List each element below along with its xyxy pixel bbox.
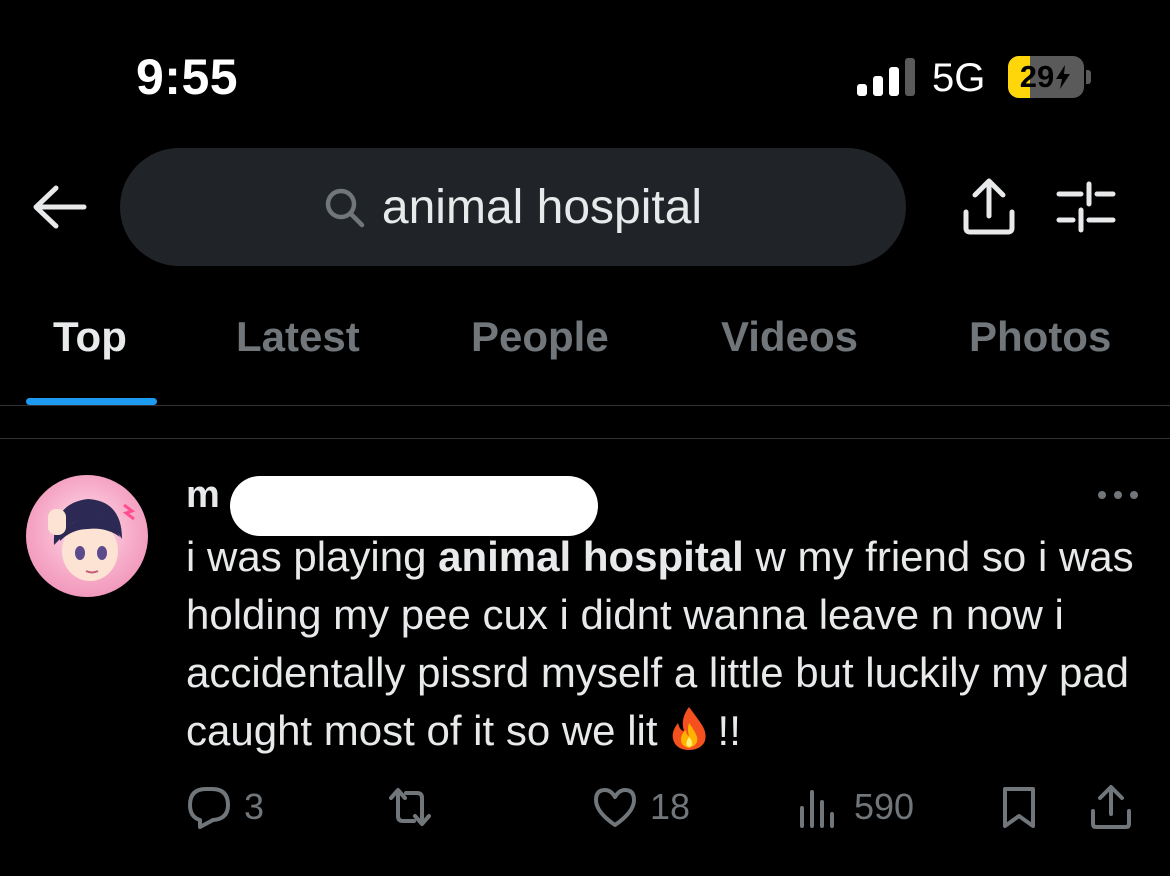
- section-divider: [0, 438, 1170, 439]
- bookmark-button[interactable]: [996, 782, 1042, 832]
- like-count: 18: [650, 786, 691, 827]
- like-icon: [594, 788, 636, 827]
- more-icon-dot: [1114, 491, 1122, 499]
- battery-icon: 29: [1008, 56, 1084, 98]
- avatar[interactable]: [26, 475, 148, 597]
- tab-photos[interactable]: Photos: [969, 313, 1111, 361]
- views-button[interactable]: 590: [796, 782, 914, 832]
- tweet-text-end: !!: [717, 707, 741, 754]
- reply-count: 3: [244, 786, 265, 827]
- repost-button[interactable]: [384, 782, 436, 832]
- fire-emoji-icon: [672, 707, 706, 750]
- share-icon: [1091, 785, 1131, 829]
- share-icon: [963, 178, 1015, 235]
- search-query[interactable]: animal hospital: [382, 180, 702, 235]
- search-icon: [325, 188, 365, 228]
- more-icon: [1098, 491, 1106, 499]
- tab-latest[interactable]: Latest: [236, 313, 360, 361]
- more-icon-dot: [1130, 491, 1138, 499]
- search-field[interactable]: animal hospital: [120, 148, 906, 266]
- share-search-button[interactable]: [960, 176, 1018, 236]
- view-count: 590: [854, 786, 915, 827]
- status-time: 9:55: [136, 49, 239, 105]
- tab-videos[interactable]: Videos: [721, 313, 858, 361]
- search-filter-button[interactable]: [1055, 180, 1117, 234]
- back-arrow-icon: [33, 185, 87, 229]
- share-button[interactable]: [1088, 782, 1134, 832]
- reply-button[interactable]: 3: [186, 782, 264, 832]
- views-icon: [800, 790, 834, 828]
- network-type: 5G: [932, 56, 986, 100]
- like-button[interactable]: 18: [592, 782, 690, 832]
- tab-top[interactable]: Top: [53, 313, 127, 361]
- signal-icon: [857, 58, 915, 96]
- tab-people[interactable]: People: [471, 313, 609, 361]
- bookmark-icon: [1003, 787, 1035, 828]
- tweet-text-part: i was playing: [186, 533, 439, 580]
- battery-tip: [1086, 70, 1091, 84]
- filter-icon: [1056, 181, 1116, 233]
- back-button[interactable]: [30, 182, 88, 232]
- avatar-illustration: [48, 499, 136, 581]
- tweet-author-handle[interactable]: m: [186, 474, 220, 517]
- active-tab-indicator: [26, 398, 157, 405]
- tabs-divider: [0, 405, 1170, 406]
- redaction-mark: [230, 476, 598, 536]
- more-button[interactable]: [1096, 488, 1140, 502]
- battery-percent: 29: [1008, 59, 1084, 95]
- tweet-text: i was playing animal hospital w my frien…: [186, 528, 1146, 760]
- reply-icon: [188, 787, 230, 829]
- tweet-highlight: animal hospital: [438, 533, 744, 580]
- repost-icon: [389, 788, 431, 826]
